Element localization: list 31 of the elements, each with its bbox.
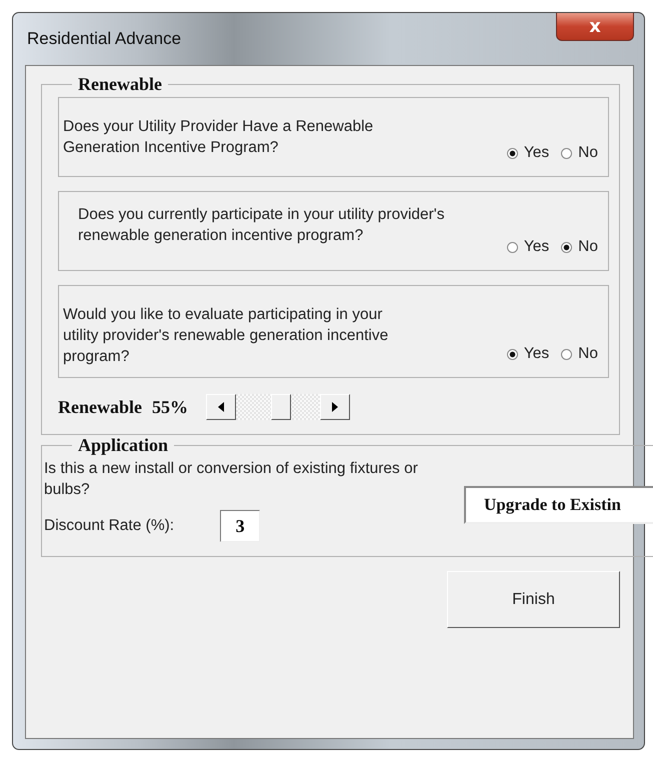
radio-option[interactable]: Yes <box>506 144 550 162</box>
question-text: Would you like to evaluate participating in your utility provider's renewable generation incentive program? <box>63 305 390 367</box>
right-arrow-icon <box>332 402 338 412</box>
group-legend: Application <box>72 435 174 456</box>
slider-label: Renewable <box>58 396 142 418</box>
radio-circle-icon[interactable] <box>506 148 518 158</box>
radio-circle-icon[interactable] <box>561 348 572 360</box>
question-text: Does you currently participate in your utility provider's renewable generation incentive program? <box>77 205 446 246</box>
radio-option[interactable]: Yes <box>506 238 550 256</box>
radio-option[interactable]: Yes <box>506 345 550 363</box>
question-text: Is this a new install or conversion of existing fixtures or bulbs? <box>43 459 419 500</box>
discount-label: Discount Rate (%): <box>44 517 174 535</box>
discount-input-field[interactable]: 3 <box>220 510 260 542</box>
radio-circle-icon[interactable] <box>506 348 518 360</box>
finish-button[interactable]: Finish <box>447 571 620 628</box>
left-arrow-icon <box>218 402 224 412</box>
question-text: Does your Utility Provider Have a Renewable Generation Incentive Program? <box>63 117 374 158</box>
scroll-right-button[interactable] <box>320 394 350 420</box>
window-title: Residential Advance <box>26 29 182 49</box>
dropdown[interactable]: Upgrade to Existin <box>464 486 653 524</box>
radio-option[interactable]: No <box>561 238 598 256</box>
slider-reading: 55% <box>152 396 188 418</box>
close-button[interactable]: x <box>556 13 634 41</box>
radio-option[interactable]: No <box>561 144 598 162</box>
radio-circle-icon[interactable] <box>506 242 518 252</box>
slider-thumb[interactable] <box>271 394 292 420</box>
radio-circle-icon[interactable] <box>561 242 572 252</box>
radio-option[interactable]: No <box>561 345 598 363</box>
group-legend: Renewable <box>72 74 168 95</box>
radio-circle-icon[interactable] <box>561 148 572 158</box>
scroll-left-button[interactable] <box>206 394 236 420</box>
